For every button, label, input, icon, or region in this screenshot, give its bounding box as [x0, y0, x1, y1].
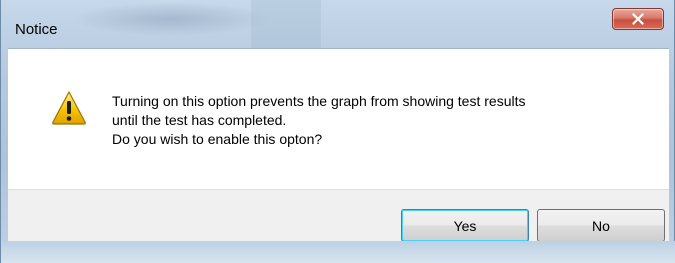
no-button[interactable]: No — [537, 209, 665, 242]
message-area: Turning on this option prevents the grap… — [8, 49, 669, 190]
message-line: until the test has completed. — [112, 112, 287, 128]
dialog-window: Notice Turning on this option prevents t… — [0, 0, 675, 263]
close-button[interactable] — [612, 8, 664, 30]
message-line: Do you wish to enable this opton? — [112, 131, 323, 147]
dialog-title: Notice — [15, 21, 58, 38]
dialog-body: Turning on this option prevents the grap… — [8, 48, 669, 242]
message-text: Turning on this option prevents the grap… — [112, 92, 525, 149]
window-bottom-edge — [1, 241, 675, 263]
yes-button[interactable]: Yes — [401, 209, 529, 242]
close-icon — [632, 13, 644, 25]
title-bar[interactable]: Notice — [1, 0, 675, 48]
message-line: Turning on this option prevents the grap… — [112, 93, 526, 109]
warning-icon — [52, 91, 86, 125]
